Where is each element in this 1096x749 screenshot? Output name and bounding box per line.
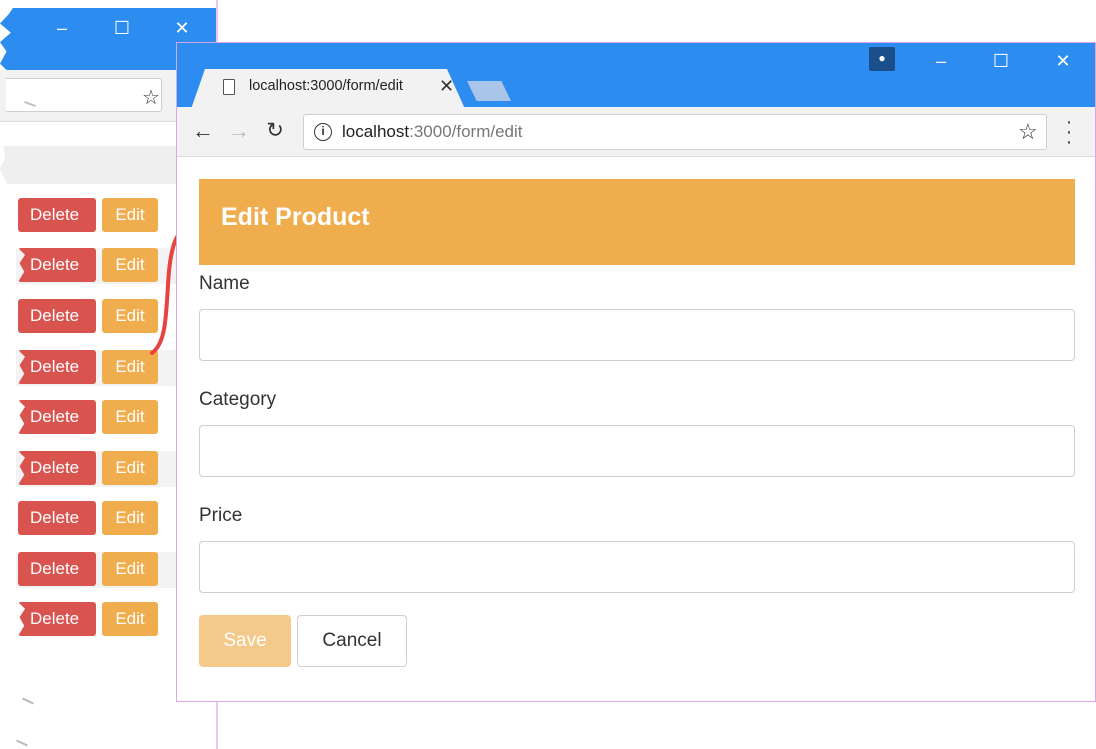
delete-button[interactable]: Delete — [18, 198, 96, 232]
page-content: Edit Product Name Category Price Save Ca… — [199, 179, 1075, 669]
page-fragment — [22, 697, 34, 705]
address-url: localhost:3000/form/edit — [342, 122, 523, 142]
background-address-bar[interactable]: ☆ — [6, 78, 162, 112]
minimize-icon[interactable]: – — [929, 51, 953, 72]
name-field[interactable] — [199, 309, 1075, 361]
new-tab-button[interactable] — [467, 81, 511, 101]
page-title: Edit Product — [199, 179, 1075, 265]
edit-button[interactable]: Edit — [102, 602, 158, 636]
cancel-button[interactable]: Cancel — [297, 615, 407, 667]
form-actions: Save Cancel — [199, 615, 1075, 669]
name-label: Name — [199, 273, 250, 294]
address-host: localhost — [342, 122, 410, 141]
user-icon[interactable]: ● — [869, 47, 895, 71]
table-row: Delete Edit — [16, 501, 176, 537]
delete-button[interactable]: Delete — [18, 248, 96, 282]
table-row: Delete Edit — [16, 602, 176, 638]
price-label: Price — [199, 505, 243, 526]
page-fragment — [16, 739, 28, 747]
browser-tab[interactable]: localhost:3000/form/edit ✕ — [191, 69, 465, 109]
screenshot-stage: – ☐ ✕ ☆ Delete Edit Delete Edit Delete E… — [0, 0, 1096, 749]
address-path: :3000/form/edit — [409, 122, 523, 141]
edit-button[interactable]: Edit — [102, 552, 158, 586]
delete-button[interactable]: Delete — [18, 299, 96, 333]
maximize-icon[interactable]: ☐ — [112, 18, 132, 38]
delete-button[interactable]: Delete — [18, 451, 96, 485]
table-header-fragment — [0, 146, 176, 184]
delete-button[interactable]: Delete — [18, 350, 96, 384]
table-row: Delete Edit — [16, 451, 176, 487]
address-fragment — [24, 101, 36, 107]
edit-button[interactable]: Edit — [102, 400, 158, 434]
minimize-icon[interactable]: – — [52, 18, 72, 38]
back-arrow-icon[interactable]: ← — [191, 118, 215, 144]
table-row: Delete Edit — [16, 400, 176, 436]
menu-icon[interactable]: · · · — [1065, 112, 1073, 152]
delete-button[interactable]: Delete — [18, 602, 96, 636]
star-icon[interactable]: ☆ — [142, 85, 160, 110]
page-icon — [223, 79, 235, 95]
table-row: Delete Edit — [16, 552, 176, 588]
close-icon[interactable]: ✕ — [439, 76, 454, 97]
edit-button[interactable]: Edit — [102, 451, 158, 485]
delete-button[interactable]: Delete — [18, 400, 96, 434]
category-field[interactable] — [199, 425, 1075, 477]
window-close-icon[interactable]: ✕ — [172, 18, 192, 38]
browser-toolbar: ← → ↻ i localhost:3000/form/edit ☆ · · · — [177, 107, 1095, 157]
titlebar: localhost:3000/form/edit ✕ ● – ☐ ✕ — [177, 43, 1095, 109]
forward-arrow-icon[interactable]: → — [227, 118, 251, 144]
star-icon[interactable]: ☆ — [1018, 119, 1038, 145]
delete-button[interactable]: Delete — [18, 501, 96, 535]
foreground-browser-window: localhost:3000/form/edit ✕ ● – ☐ ✕ ← → ↻… — [176, 42, 1096, 702]
info-icon[interactable]: i — [314, 123, 332, 141]
category-label: Category — [199, 389, 277, 410]
tab-title: localhost:3000/form/edit — [249, 78, 403, 94]
price-field[interactable] — [199, 541, 1075, 593]
delete-button[interactable]: Delete — [18, 552, 96, 586]
edit-button[interactable]: Edit — [102, 501, 158, 535]
save-button[interactable]: Save — [199, 615, 291, 667]
window-close-icon[interactable]: ✕ — [1051, 51, 1075, 72]
address-bar[interactable]: i localhost:3000/form/edit ☆ — [303, 114, 1047, 150]
maximize-icon[interactable]: ☐ — [989, 51, 1013, 72]
reload-icon[interactable]: ↻ — [263, 118, 287, 144]
